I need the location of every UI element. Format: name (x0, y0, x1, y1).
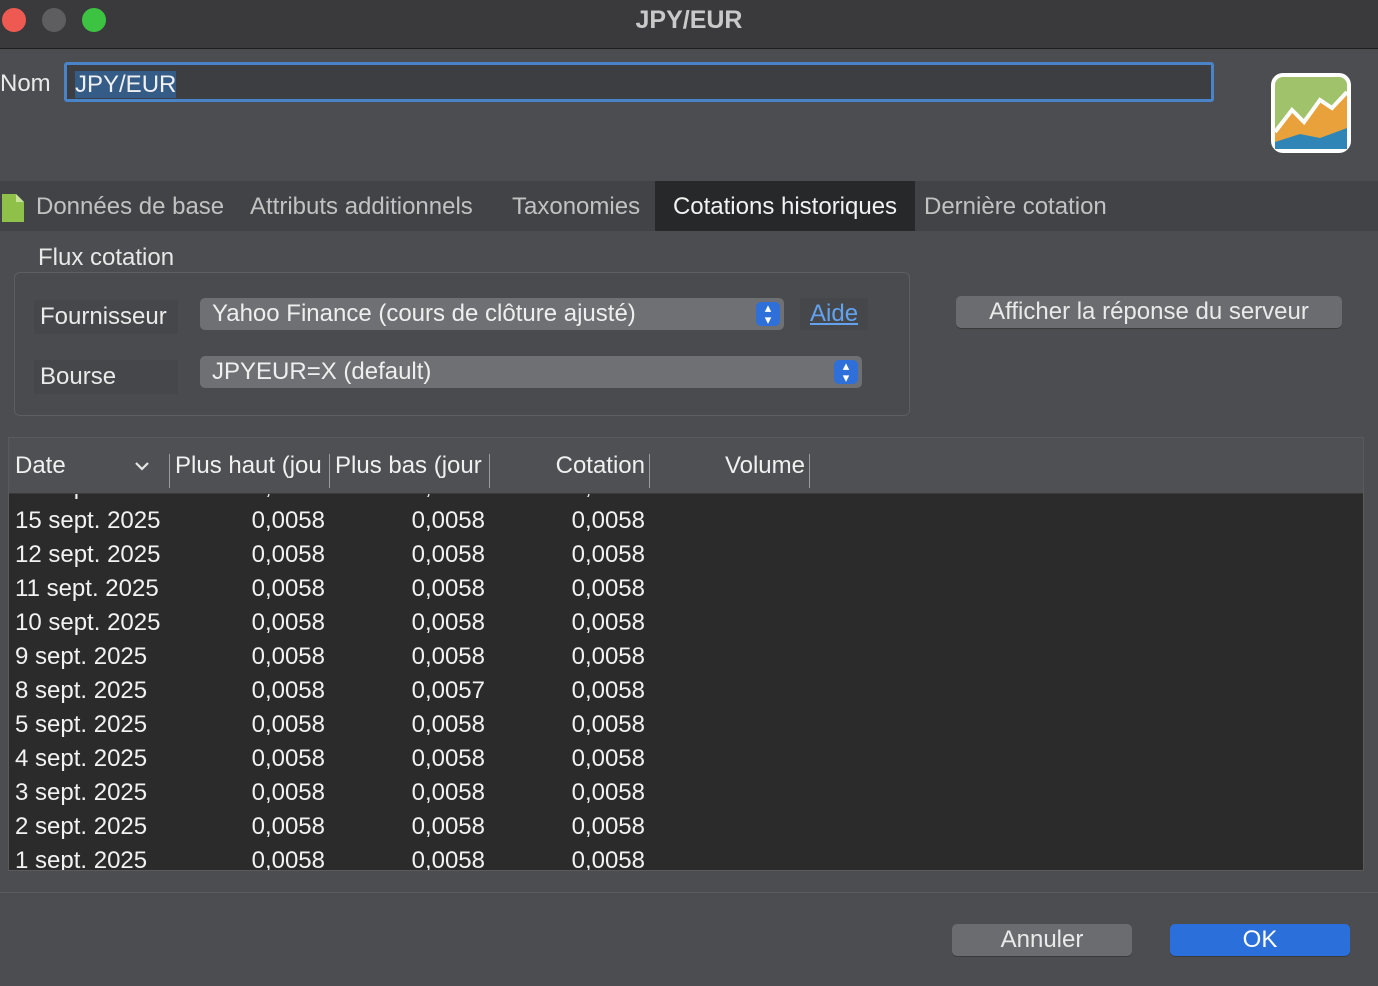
exchange-select-value: JPYEUR=X (default) (212, 358, 432, 385)
name-input-value: JPY/EUR (75, 71, 177, 98)
exchange-select[interactable]: JPYEUR=X (default) ▴ ▾ (200, 356, 862, 388)
tab-derniere-cotation[interactable]: Dernière cotation (924, 181, 1107, 231)
provider-label: Fournisseur (34, 300, 178, 334)
footer-divider (0, 892, 1378, 893)
help-link[interactable]: Aide (800, 298, 869, 330)
name-input[interactable]: JPY/EUR (64, 62, 1214, 102)
sort-chevron-down-icon[interactable] (135, 460, 149, 472)
cell-close: 0,0058 (571, 779, 645, 806)
cell-date: 15 sept. 2025 (15, 507, 161, 534)
feed-group (14, 272, 910, 416)
cell-close: 0,0058 (571, 541, 645, 568)
column-header-date[interactable]: Date (15, 452, 66, 480)
table-row[interactable]: 4 sept. 2025 0,0058 0,0058 0,0058 (9, 740, 1363, 774)
table-row[interactable]: 8 sept. 2025 0,0058 0,0057 0,0058 (9, 672, 1363, 706)
cell-date: 11 sept. 2025 (15, 575, 159, 602)
cell-close: 0,0058 (571, 745, 645, 772)
tab-attributs-additionnels[interactable]: Attributs additionnels (250, 181, 473, 231)
cell-date: 4 sept. 2025 (15, 745, 148, 772)
document-icon (2, 194, 24, 222)
cell-close: 0,0058 (571, 507, 645, 534)
provider-select-value: Yahoo Finance (cours de clôture ajusté) (212, 300, 636, 327)
cell-close: 0,0058 (571, 643, 645, 670)
cell-close: 0,0058 (571, 847, 645, 871)
table-row[interactable]: 12 sept. 2025 0,0058 0,0058 0,0058 (9, 536, 1363, 570)
table-header: Date Plus haut (jou Plus bas (jour Cotat… (9, 438, 1363, 494)
cell-close: 0,0058 (571, 813, 645, 840)
column-separator[interactable] (489, 454, 490, 488)
cell-high: 0,0058 (251, 813, 325, 840)
cell-low: 0,0058 (411, 643, 485, 670)
cell-close: 0,0058 (571, 609, 645, 636)
column-separator[interactable] (329, 454, 330, 488)
cell-low: 0,0058 (411, 847, 485, 871)
feed-group-title: Flux cotation (38, 244, 175, 271)
exchange-label: Bourse (34, 360, 178, 394)
table-row[interactable]: 2 sept. 2025 0,0058 0,0058 0,0058 (9, 808, 1363, 842)
updown-chevron-icon: ▴ ▾ (834, 359, 858, 384)
column-header-close[interactable]: Cotation (505, 452, 645, 480)
cell-high: 0,0058 (251, 643, 325, 670)
cell-low: 0,0058 (411, 507, 485, 534)
column-header-high[interactable]: Plus haut (jou (175, 452, 327, 480)
cell-high: 0,0058 (251, 609, 325, 636)
ok-button[interactable]: OK (1170, 924, 1350, 956)
cell-low: 0,0057 (411, 677, 485, 704)
cell-high: 0,0058 (251, 541, 325, 568)
cell-close: 0,0058 (571, 711, 645, 738)
cancel-button[interactable]: Annuler (952, 924, 1132, 956)
column-separator[interactable] (169, 454, 170, 488)
cell-date: 8 sept. 2025 (15, 677, 148, 704)
cell-high: 0,0058 (251, 711, 325, 738)
name-label: Nom (0, 70, 51, 97)
cell-high: 0,0058 (251, 507, 325, 534)
cell-low: 0,0058 (411, 813, 485, 840)
table-row[interactable]: 9 sept. 2025 0,0058 0,0058 0,0058 (9, 638, 1363, 672)
cell-low: 0,0058 (411, 711, 485, 738)
cell-high: 0,0058 (251, 847, 325, 871)
column-separator[interactable] (649, 454, 650, 488)
cell-date: 2 sept. 2025 (15, 813, 148, 840)
app-logo-icon (1271, 73, 1351, 153)
cell-close: 0,0058 (571, 677, 645, 704)
table-row[interactable]: 3 sept. 2025 0,0058 0,0058 0,0058 (9, 774, 1363, 808)
cell-date: 12 sept. 2025 (15, 541, 161, 568)
cell-low: 0,0058 (411, 609, 485, 636)
column-header-volume[interactable]: Volume (665, 452, 805, 480)
cell-low: 0,0058 (411, 779, 485, 806)
provider-select[interactable]: Yahoo Finance (cours de clôture ajusté) … (200, 298, 784, 330)
table-row[interactable]: 5 sept. 2025 0,0058 0,0058 0,0058 (9, 706, 1363, 740)
column-header-low[interactable]: Plus bas (jour (335, 452, 487, 480)
cell-high: 0,0058 (251, 677, 325, 704)
show-server-response-button[interactable]: Afficher la réponse du serveur (956, 296, 1342, 328)
cell-date: 10 sept. 2025 (15, 609, 161, 636)
cell-low: 0,0058 (411, 575, 485, 602)
cell-date: 5 sept. 2025 (15, 711, 148, 738)
quotes-table: 16 sept. 20250,00580,00580,005815 sept. … (8, 437, 1364, 871)
cell-date: 1 sept. 2025 (15, 847, 148, 871)
cell-high: 0,0058 (251, 779, 325, 806)
table-body: 16 sept. 20250,00580,00580,005815 sept. … (9, 468, 1363, 871)
column-separator[interactable] (809, 454, 810, 488)
cell-low: 0,0058 (411, 541, 485, 568)
cell-date: 9 sept. 2025 (15, 643, 148, 670)
table-row[interactable]: 1 sept. 2025 0,0058 0,0058 0,0058 (9, 842, 1363, 871)
table-row[interactable]: 11 sept. 2025 0,0058 0,0058 0,0058 (9, 570, 1363, 604)
cell-date: 3 sept. 2025 (15, 779, 148, 806)
table-row[interactable]: 15 sept. 2025 0,0058 0,0058 0,0058 (9, 502, 1363, 536)
cell-high: 0,0058 (251, 575, 325, 602)
updown-chevron-icon: ▴ ▾ (756, 301, 780, 326)
tab-taxonomies[interactable]: Taxonomies (512, 181, 640, 231)
tab-cotations-historiques[interactable]: Cotations historiques (655, 181, 915, 231)
window-title: JPY/EUR (635, 6, 743, 34)
cell-high: 0,0058 (251, 745, 325, 772)
cell-close: 0,0058 (571, 575, 645, 602)
tab-donnees-de-base[interactable]: Données de base (36, 181, 224, 231)
table-row[interactable]: 10 sept. 2025 0,0058 0,0058 0,0058 (9, 604, 1363, 638)
cell-low: 0,0058 (411, 745, 485, 772)
